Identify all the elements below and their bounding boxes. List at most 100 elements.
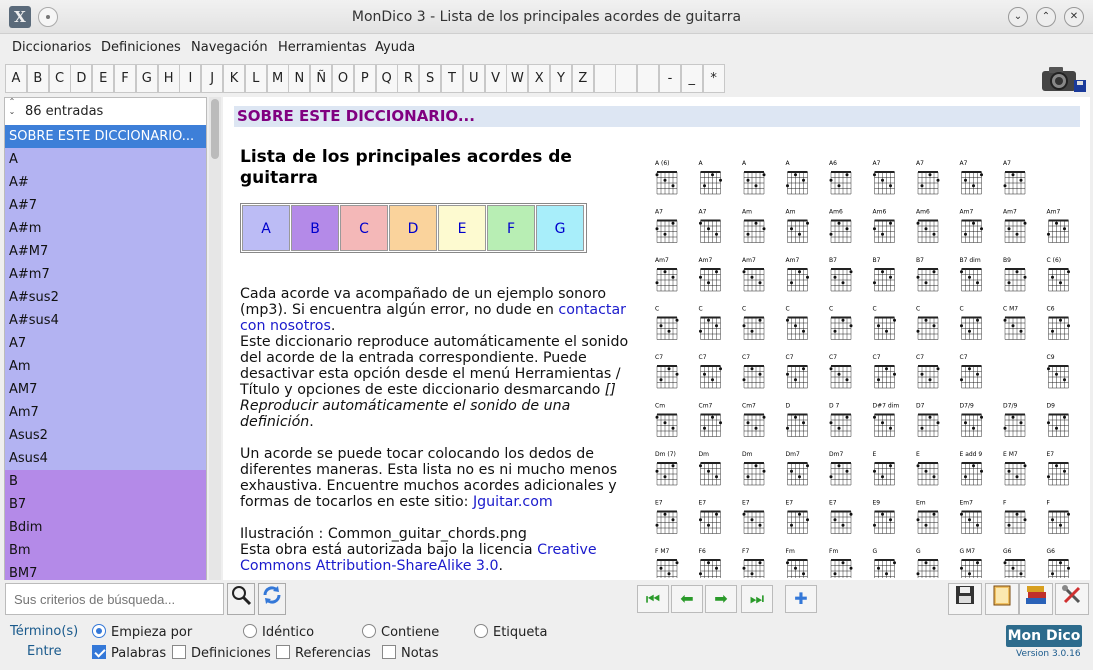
letter-button-J[interactable]: J	[201, 64, 224, 93]
first-entry-button[interactable]: ⏮	[637, 585, 669, 613]
entry-list-scrollbar[interactable]	[209, 97, 221, 580]
menu-definiciones[interactable]: Definiciones	[101, 40, 181, 55]
list-item[interactable]: SOBRE ESTE DICCIONARIO...	[5, 125, 206, 148]
check-referencias[interactable]: Referencias	[276, 645, 371, 661]
radio-etiqueta[interactable]: Etiqueta	[474, 624, 547, 640]
radio-contiene[interactable]: Contiene	[362, 624, 439, 640]
list-item[interactable]: A#sus2	[5, 286, 206, 309]
list-item[interactable]: Asus4	[5, 447, 206, 470]
close-icon[interactable]: ✕	[1064, 7, 1084, 27]
dictionaries-button[interactable]	[1019, 583, 1053, 615]
color-box-a[interactable]: A	[242, 205, 290, 251]
jguitar-link[interactable]: Jguitar.com	[473, 494, 553, 510]
letter-button-L[interactable]: L	[244, 64, 267, 93]
check-notas[interactable]: Notas	[382, 645, 439, 661]
open-dictionary-button[interactable]	[985, 583, 1019, 615]
list-item[interactable]: Bdim	[5, 516, 206, 539]
menu-herramientas[interactable]: Herramientas	[278, 40, 367, 55]
chord-name: C	[742, 306, 746, 313]
letter-button-I[interactable]: I	[179, 64, 202, 93]
list-item[interactable]: BM7	[5, 562, 206, 580]
check-palabras[interactable]: Palabras	[92, 645, 166, 661]
letter-button-U[interactable]: U	[462, 64, 485, 93]
color-box-e[interactable]: E	[438, 205, 486, 251]
next-entry-button[interactable]: ➡	[705, 585, 737, 613]
list-item[interactable]: A#7	[5, 194, 206, 217]
menu-navegacion[interactable]: Navegación	[191, 40, 268, 55]
radio-empieza-por[interactable]: Empieza por	[92, 624, 192, 640]
letter-button-blank-28[interactable]	[615, 64, 638, 93]
minimize-icon[interactable]: ⌄	[1008, 7, 1028, 27]
list-item[interactable]: AM7	[5, 378, 206, 401]
letter-button-_[interactable]: _	[680, 64, 703, 93]
list-item[interactable]: A#m	[5, 217, 206, 240]
color-box-b[interactable]: B	[291, 205, 339, 251]
list-item[interactable]: Am7	[5, 401, 206, 424]
letter-button-G[interactable]: G	[135, 64, 158, 93]
list-item[interactable]: A#m7	[5, 263, 206, 286]
letter-button-N[interactable]: N	[288, 64, 311, 93]
letter-button-Z[interactable]: Z	[571, 64, 594, 93]
chord-name: G	[873, 548, 878, 555]
letter-button-R[interactable]: R	[397, 64, 420, 93]
chord-name: Em	[916, 500, 926, 507]
letter-button-blank-27[interactable]	[593, 64, 616, 93]
color-box-d[interactable]: D	[389, 205, 437, 251]
list-item[interactable]: A7	[5, 332, 206, 355]
screenshot-camera-icon[interactable]	[1040, 64, 1088, 94]
search-input[interactable]	[5, 583, 224, 615]
letter-button-T[interactable]: T	[441, 64, 463, 93]
chord-name: E7	[742, 500, 750, 507]
menu-ayuda[interactable]: Ayuda	[375, 40, 415, 55]
list-item[interactable]: A#	[5, 171, 206, 194]
letter-button-V[interactable]: V	[484, 64, 507, 93]
check-definiciones[interactable]: Definiciones	[172, 645, 271, 661]
entry-list[interactable]: SOBRE ESTE DICCIONARIO... A A# A#7 A#m A#M7 A#…	[5, 125, 206, 580]
save-button[interactable]	[948, 583, 982, 615]
refresh-button[interactable]	[258, 583, 286, 615]
list-item[interactable]: A#sus4	[5, 309, 206, 332]
sort-spinner-icon[interactable]: ⌃ ⌄	[4, 97, 20, 121]
letter-button-X[interactable]: X	[528, 64, 551, 93]
search-button[interactable]	[227, 583, 255, 615]
letter-button-H[interactable]: H	[157, 64, 180, 93]
maximize-icon[interactable]: ⌃	[1036, 7, 1056, 27]
tools-button[interactable]	[1055, 583, 1089, 615]
chord-name: E7	[699, 500, 707, 507]
previous-entry-button[interactable]: ⬅	[671, 585, 703, 613]
chord-diagram: D 7	[829, 403, 852, 437]
letter-button-D[interactable]: D	[70, 64, 93, 93]
letter-button-Ñ[interactable]: Ñ	[310, 64, 333, 93]
add-entry-button[interactable]: ✚	[785, 585, 817, 613]
letter-button-W[interactable]: W	[506, 64, 529, 93]
letter-button-blank-29[interactable]	[637, 64, 660, 93]
list-item[interactable]: B7	[5, 493, 206, 516]
letter-button-O[interactable]: O	[332, 64, 354, 93]
list-item[interactable]: A#M7	[5, 240, 206, 263]
letter-button-P[interactable]: P	[353, 64, 376, 93]
radio-identico[interactable]: Idéntico	[243, 624, 314, 640]
color-box-c[interactable]: C	[340, 205, 388, 251]
letter-button-Q[interactable]: Q	[375, 64, 398, 93]
list-item[interactable]: Am	[5, 355, 206, 378]
last-entry-button[interactable]: ⏭	[741, 585, 773, 613]
color-box-g[interactable]: G	[536, 205, 584, 251]
list-item[interactable]: A	[5, 148, 206, 171]
letter-button-B[interactable]: B	[26, 64, 49, 93]
letter-button-S[interactable]: S	[419, 64, 442, 93]
letter-button-*[interactable]: *	[702, 64, 725, 93]
letter-button-F[interactable]: F	[114, 64, 136, 93]
letter-button-C[interactable]: C	[48, 64, 71, 93]
chord-diagram: A7	[916, 160, 940, 195]
letter-button-Y[interactable]: Y	[550, 64, 572, 93]
letter-button-M[interactable]: M	[266, 64, 289, 93]
letter-button-K[interactable]: K	[223, 64, 245, 93]
list-item[interactable]: B	[5, 470, 206, 493]
menu-diccionarios[interactable]: Diccionarios	[12, 40, 91, 55]
list-item[interactable]: Asus2	[5, 424, 206, 447]
list-item[interactable]: Bm	[5, 539, 206, 562]
letter-button--[interactable]: -	[659, 64, 681, 93]
letter-button-E[interactable]: E	[92, 64, 115, 93]
letter-button-A[interactable]: A	[5, 64, 27, 93]
color-box-f[interactable]: F	[487, 205, 535, 251]
